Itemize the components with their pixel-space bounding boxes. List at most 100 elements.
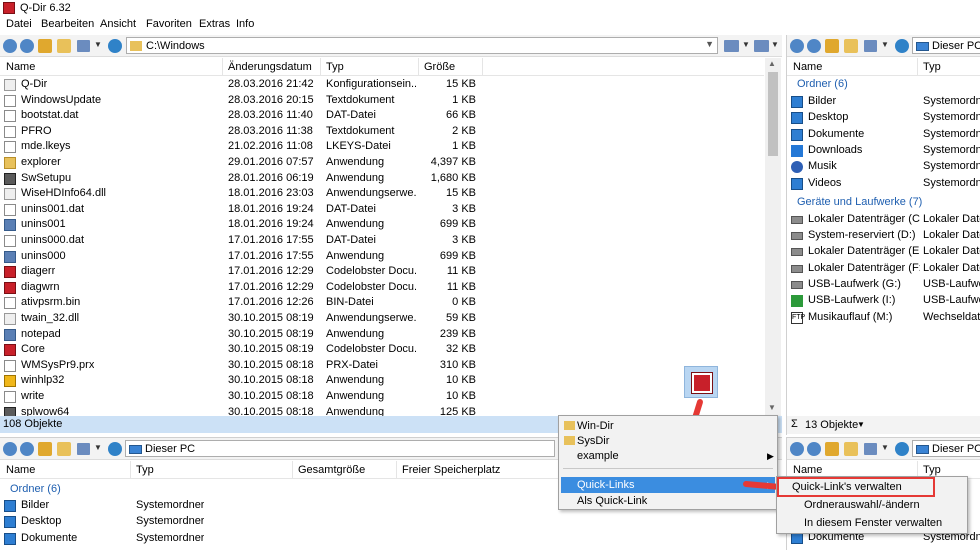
menu-item-win-dir[interactable]: Win-Dir (561, 418, 775, 434)
up-folder-icon[interactable] (38, 39, 52, 53)
menu-ansicht[interactable]: Ansicht (100, 18, 136, 30)
list-item[interactable]: unins001 18.01.2016 19:24 Anwendung 699 KB (0, 217, 764, 233)
refresh-icon[interactable] (108, 39, 122, 53)
list-item[interactable]: diagwrn 17.01.2016 12:29 Codelobster Docu.… (0, 280, 764, 296)
address-bar-top-left[interactable]: C:\Windows ▼ (126, 37, 718, 54)
col-type[interactable]: Typ (923, 61, 941, 73)
refresh-icon[interactable] (895, 39, 909, 53)
list-item[interactable]: bootstat.dat 28.03.2016 11:40 DAT-Datei 66 … (0, 108, 764, 124)
list-item[interactable]: Musik Systemordner (787, 159, 980, 175)
list-item[interactable]: FTPMusikauflauf (M:) Wechseldater (787, 310, 980, 326)
forward-icon[interactable] (20, 39, 34, 53)
view-dropdown-icon[interactable]: ▼ (94, 40, 102, 49)
list-item[interactable]: unins000 17.01.2016 17:55 Anwendung 699 KB (0, 249, 764, 265)
refresh-icon[interactable] (895, 442, 909, 456)
forward-icon[interactable] (807, 442, 821, 456)
quick-links-button[interactable] (684, 366, 718, 398)
list-item[interactable]: Bilder Systemordner (0, 498, 560, 514)
col-name[interactable]: Name (6, 61, 35, 73)
col-type[interactable]: Typ (326, 61, 344, 73)
up-folder-icon[interactable] (38, 442, 52, 456)
scroll-thumb[interactable] (768, 72, 778, 156)
list-item[interactable]: mde.lkeys 21.02.2016 11:08 LKEYS-Datei 1 KB (0, 139, 764, 155)
list-item[interactable]: Videos Systemordner (787, 176, 980, 192)
list-item[interactable]: write 30.10.2015 08:18 Anwendung 10 KB (0, 389, 764, 405)
list-item[interactable]: Q-Dir 28.03.2016 21:42 Konfigurationsein..… (0, 77, 764, 93)
col-type[interactable]: Typ (136, 464, 154, 476)
favorites-icon[interactable] (57, 442, 71, 456)
list-item[interactable]: explorer 29.01.2016 07:57 Anwendung 4,397 K… (0, 155, 764, 171)
list-item[interactable]: Core 30.10.2015 08:19 Codelobster Docu... 3… (0, 342, 764, 358)
list-item[interactable]: Dokumente Systemordner (787, 127, 980, 143)
back-icon[interactable] (790, 39, 804, 53)
favorites-icon[interactable] (844, 442, 858, 456)
list-item[interactable]: unins000.dat 17.01.2016 17:55 DAT-Datei 3 K… (0, 233, 764, 249)
status-dropdown-icon[interactable]: ▼ (857, 420, 865, 429)
back-icon[interactable] (3, 442, 17, 456)
back-icon[interactable] (3, 39, 17, 53)
col-name[interactable]: Name (6, 464, 35, 476)
list-item[interactable]: WindowsUpdate 28.03.2016 20:15 Textdokumen… (0, 93, 764, 109)
list-item[interactable]: Dokumente Systemordner (0, 531, 560, 547)
col-free-space[interactable]: Freier Speicherplatz (402, 464, 500, 476)
list-item[interactable]: unins001.dat 18.01.2016 19:24 DAT-Datei 3 K… (0, 202, 764, 218)
menu-item-manage-in-window[interactable]: In diesem Fenster verwalten (779, 515, 965, 531)
list-item[interactable]: PFRO 28.03.2016 11:38 Textdokument 2 KB (0, 124, 764, 140)
up-folder-icon[interactable] (825, 39, 839, 53)
view-icon[interactable] (864, 40, 877, 52)
list-item[interactable]: notepad 30.10.2015 08:19 Anwendung 239 KB (0, 327, 764, 343)
back-icon[interactable] (790, 442, 804, 456)
col-name[interactable]: Name (793, 61, 822, 73)
menu-bearbeiten[interactable]: Bearbeiten (41, 18, 94, 30)
favorites-icon[interactable] (844, 39, 858, 53)
address-bar-top-right[interactable]: Dieser PC (912, 37, 980, 54)
col-date[interactable]: Änderungsdatum (228, 61, 312, 73)
menu-item-folder-select[interactable]: Ordnerauswahl/-ändern (779, 497, 965, 513)
list-item[interactable]: USB-Laufwerk (I:) USB-Laufwerk (787, 293, 980, 309)
group-header[interactable]: Ordner (6) (797, 78, 848, 90)
list-item[interactable]: Lokaler Datenträger (F:)Lokaler Daten (787, 261, 980, 277)
menu-datei[interactable]: Datei (6, 18, 32, 30)
list-item[interactable]: Lokaler Datenträger (E:)Lokaler Daten (787, 244, 980, 260)
list-item[interactable]: Downloads Systemordner (787, 143, 980, 159)
view-dropdown-icon[interactable]: ▼ (881, 443, 889, 452)
forward-icon[interactable] (807, 39, 821, 53)
menu-info[interactable]: Info (236, 18, 254, 30)
list-item[interactable]: twain_32.dll 30.10.2015 08:19 Anwendungser… (0, 311, 764, 327)
list-item[interactable]: USB-Laufwerk (G:) USB-Laufwerk (787, 277, 980, 293)
list-item[interactable]: SwSetupu 28.01.2016 06:19 Anwendung 1,680 K… (0, 171, 764, 187)
menu-favoriten[interactable]: Favoriten (146, 18, 192, 30)
scroll-up-icon[interactable]: ▲ (768, 59, 776, 68)
scroll-down-icon[interactable]: ▼ (768, 403, 776, 412)
monitor-icon[interactable] (754, 40, 769, 52)
menu-extras[interactable]: Extras (199, 18, 230, 30)
up-folder-icon[interactable] (825, 442, 839, 456)
list-item[interactable]: Desktop Systemordner (787, 110, 980, 126)
view-icon[interactable] (77, 443, 90, 455)
list-item[interactable]: Bilder Systemordner (787, 94, 980, 110)
list-item[interactable]: winhlp32 30.10.2015 08:18 Anwendung 10 KB (0, 373, 764, 389)
monitor-dropdown-icon[interactable]: ▼ (771, 40, 779, 49)
list-item[interactable]: Lokaler Datenträger (C:)Lokaler Daten (787, 212, 980, 228)
chevron-down-icon[interactable]: ▼ (705, 39, 714, 49)
favorites-icon[interactable] (57, 39, 71, 53)
forward-icon[interactable] (20, 442, 34, 456)
refresh-icon[interactable] (108, 442, 122, 456)
view-icon[interactable] (77, 40, 90, 52)
address-bar-bottom-right[interactable]: Dieser PC (912, 440, 980, 457)
address-bar-bottom-left[interactable]: Dieser PC (125, 440, 555, 457)
list-item[interactable]: WiseHDInfo64.dll 18.01.2016 23:03 Anwendun… (0, 186, 764, 202)
view-icon[interactable] (864, 443, 877, 455)
layout-icon[interactable] (724, 40, 739, 52)
group-header[interactable]: Ordner (6) (10, 483, 61, 495)
menu-item-sysdir[interactable]: SysDir (561, 433, 775, 449)
menu-item-example[interactable]: example ▶ (561, 448, 775, 464)
menu-item-manage-quick-links[interactable]: Quick-Link's verwalten (777, 477, 935, 497)
layout-dropdown-icon[interactable]: ▼ (742, 40, 750, 49)
group-header[interactable]: Geräte und Laufwerke (7) (797, 196, 922, 208)
col-size[interactable]: Größe (424, 61, 455, 73)
list-item[interactable]: ativpsrm.bin 17.01.2016 12:26 BIN-Datei 0 K… (0, 295, 764, 311)
list-item[interactable]: diagerr 17.01.2016 12:29 Codelobster Docu.… (0, 264, 764, 280)
list-item[interactable]: Desktop Systemordner (0, 514, 560, 530)
view-dropdown-icon[interactable]: ▼ (94, 443, 102, 452)
